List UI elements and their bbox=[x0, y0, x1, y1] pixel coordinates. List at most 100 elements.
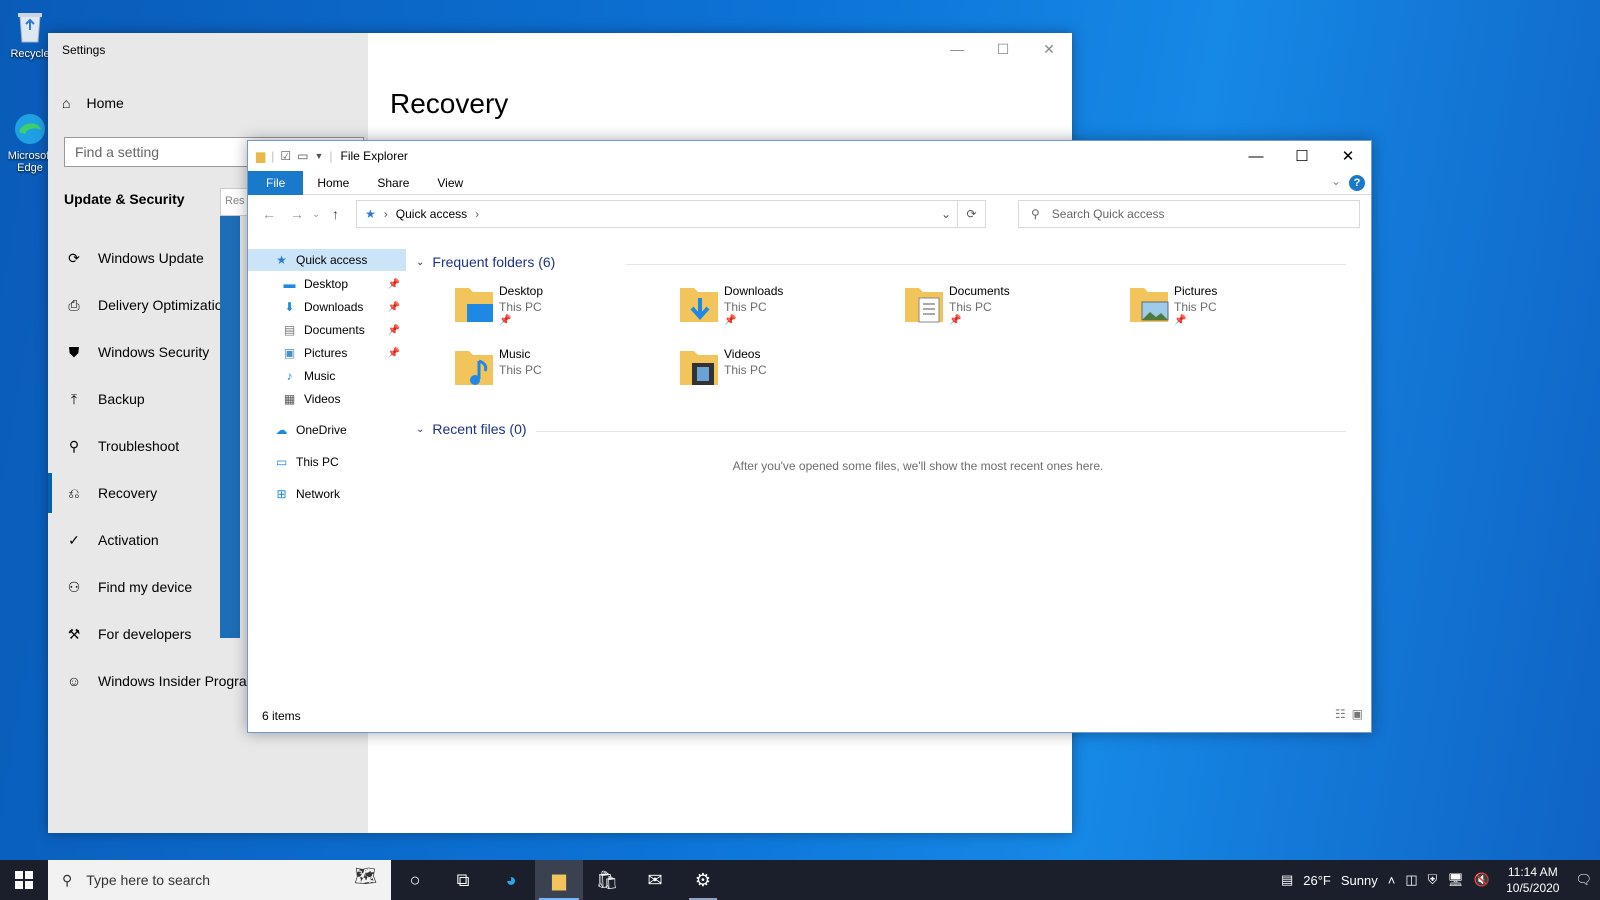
nav-label: Find my device bbox=[98, 579, 193, 595]
forward-arrow-icon[interactable]: → bbox=[290, 206, 304, 222]
taskbar-search-box[interactable]: ⚲ Type here to search 🗺 bbox=[48, 860, 391, 900]
task-view-button[interactable]: ⧉ bbox=[439, 860, 487, 900]
nav-label: Downloads bbox=[304, 300, 364, 314]
navigation-pane: ★ Quick access ▬ Desktop 📌 ⬇ Downloads 📌 ▤ Doc… bbox=[248, 241, 406, 711]
weather-text[interactable]: Sunny bbox=[1341, 873, 1378, 888]
recent-files-header[interactable]: ⌄ Recent files (0) bbox=[416, 421, 1346, 437]
nav-quick-access[interactable]: ★ Quick access bbox=[248, 249, 406, 271]
nav-pictures[interactable]: ▣ Pictures 📌 bbox=[248, 342, 406, 364]
start-button[interactable] bbox=[0, 860, 48, 900]
nav-label: Activation bbox=[98, 532, 159, 548]
breadcrumb-quick-access[interactable]: Quick access bbox=[396, 207, 467, 221]
tab-file[interactable]: File bbox=[248, 170, 304, 195]
folder-tile-music[interactable]: Music This PC bbox=[453, 345, 673, 403]
minimize-button[interactable]: — bbox=[1233, 141, 1279, 171]
windows-logo-icon bbox=[15, 871, 33, 889]
customize-toolbar-icon[interactable]: ▼ bbox=[314, 151, 323, 161]
nav-music[interactable]: ♪ Music bbox=[248, 365, 406, 387]
up-arrow-icon[interactable]: ↑ bbox=[332, 206, 339, 222]
weather-temp[interactable]: 26°F bbox=[1303, 873, 1331, 888]
search-highlight-icon: 🗺 bbox=[354, 866, 377, 886]
taskbar-edge[interactable]: ◕ bbox=[487, 860, 535, 900]
new-folder-icon[interactable]: ▭ bbox=[297, 149, 308, 163]
search-placeholder: Type here to search bbox=[86, 872, 211, 888]
nav-network[interactable]: ⊞ Network bbox=[248, 483, 406, 505]
nav-label: Recovery bbox=[98, 485, 158, 501]
taskbar-mail[interactable]: ✉ bbox=[631, 860, 679, 900]
nav-downloads[interactable]: ⬇ Downloads 📌 bbox=[248, 296, 406, 318]
cortana-button[interactable]: ○ bbox=[391, 860, 439, 900]
close-button[interactable]: ✕ bbox=[1026, 33, 1072, 65]
desktop-icon-label: Recycle bbox=[10, 48, 50, 60]
explorer-search-input[interactable]: ⚲ Search Quick access bbox=[1018, 200, 1360, 228]
taskbar-settings[interactable]: ⚙ bbox=[679, 860, 727, 900]
folder-tile-downloads[interactable]: Downloads This PC 📌 bbox=[678, 282, 898, 340]
pin-icon[interactable]: 📌 bbox=[388, 279, 400, 290]
back-arrow-icon[interactable]: ← bbox=[262, 206, 276, 222]
settings-page-title: Recovery bbox=[390, 88, 509, 119]
expand-ribbon-icon[interactable]: ⌄ bbox=[1331, 174, 1341, 188]
nav-onedrive[interactable]: ☁ OneDrive bbox=[248, 419, 406, 441]
security-icon[interactable]: ⛨ bbox=[1428, 872, 1438, 888]
search-icon: ⚲ bbox=[1031, 207, 1040, 221]
nav-this-pc[interactable]: ▭ This PC bbox=[248, 451, 406, 473]
settings-home[interactable]: ⌂ Home bbox=[62, 95, 124, 111]
close-button[interactable]: ✕ bbox=[1325, 141, 1371, 171]
edge-icon bbox=[11, 110, 49, 148]
weather-icon[interactable]: ▤ bbox=[1281, 872, 1293, 888]
volume-muted-icon[interactable]: 🔇 bbox=[1474, 872, 1490, 888]
folder-location: This PC bbox=[949, 300, 992, 314]
nav-label: Quick access bbox=[296, 253, 368, 267]
maximize-button[interactable]: ☐ bbox=[980, 33, 1026, 65]
nav-label: For developers bbox=[98, 626, 192, 642]
pin-icon: 📌 bbox=[724, 315, 737, 326]
nav-videos[interactable]: ▦ Videos bbox=[248, 388, 406, 410]
gear-icon: ⚙ bbox=[694, 869, 712, 890]
settings-partial-field: Res bbox=[220, 188, 248, 216]
properties-icon[interactable]: ☑ bbox=[280, 149, 291, 163]
nav-label: Windows Insider Program bbox=[98, 673, 259, 689]
nav-documents[interactable]: ▤ Documents 📌 bbox=[248, 319, 406, 341]
clock-date: 10/5/2020 bbox=[1506, 881, 1560, 895]
folder-icon[interactable]: ▆ bbox=[256, 149, 265, 163]
folder-tile-desktop[interactable]: Desktop This PC 📌 bbox=[453, 282, 673, 340]
nav-label: Backup bbox=[98, 391, 145, 407]
meet-now-icon[interactable]: ◫ bbox=[1405, 872, 1417, 888]
minimize-button[interactable]: — bbox=[934, 33, 980, 65]
folder-location: This PC bbox=[499, 300, 542, 314]
store-bag-icon: 🛍 bbox=[595, 869, 619, 890]
tab-share[interactable]: Share bbox=[363, 171, 423, 195]
taskbar-store[interactable]: 🛍 bbox=[583, 860, 631, 900]
folder-location: This PC bbox=[724, 363, 767, 377]
tab-home[interactable]: Home bbox=[303, 171, 363, 195]
pin-icon[interactable]: 📌 bbox=[388, 302, 400, 313]
backup-arrow-icon: ⤒ bbox=[70, 390, 78, 407]
taskbar-file-explorer[interactable]: ▆ bbox=[535, 860, 583, 900]
pin-icon[interactable]: 📌 bbox=[388, 325, 400, 336]
frequent-folders-header[interactable]: ⌄ Frequent folders (6) bbox=[416, 254, 1346, 270]
desktop-icon-label: Microsoft Edge bbox=[7, 150, 53, 174]
film-icon: ▦ bbox=[283, 392, 296, 406]
folder-tile-videos[interactable]: Videos This PC bbox=[678, 345, 898, 403]
large-icons-view-icon[interactable]: ▣ bbox=[1352, 707, 1363, 721]
maximize-button[interactable]: ☐ bbox=[1279, 141, 1325, 171]
insider-icon: ☺ bbox=[66, 673, 82, 689]
clock[interactable]: 11:14 AM 10/5/2020 bbox=[1506, 864, 1559, 896]
details-view-icon[interactable]: ☷ bbox=[1335, 707, 1346, 721]
recent-locations-icon[interactable]: ⌄ bbox=[312, 209, 320, 220]
folder-tile-documents[interactable]: Documents This PC 📌 bbox=[903, 282, 1123, 340]
address-dropdown-icon[interactable]: ⌄ bbox=[941, 207, 951, 221]
videos-folder-icon bbox=[678, 345, 720, 389]
tab-view[interactable]: View bbox=[423, 171, 477, 195]
nav-desktop[interactable]: ▬ Desktop 📌 bbox=[248, 273, 406, 295]
notification-icon[interactable]: 🗨 bbox=[1575, 872, 1592, 888]
show-hidden-icons-icon[interactable]: ˄ bbox=[1388, 873, 1396, 888]
network-icon[interactable]: 🖥 bbox=[1447, 872, 1464, 888]
help-icon[interactable]: ? bbox=[1349, 175, 1365, 191]
pin-icon[interactable]: 📌 bbox=[388, 348, 400, 359]
folder-tile-pictures[interactable]: Pictures This PC 📌 bbox=[1128, 282, 1348, 340]
search-icon: ⚲ bbox=[62, 871, 73, 888]
refresh-icon[interactable]: ⟳ bbox=[957, 201, 985, 227]
address-bar[interactable]: ★ › Quick access › ⌄ ⟳ bbox=[356, 200, 986, 228]
explorer-window-controls: — ☐ ✕ bbox=[1233, 141, 1371, 171]
